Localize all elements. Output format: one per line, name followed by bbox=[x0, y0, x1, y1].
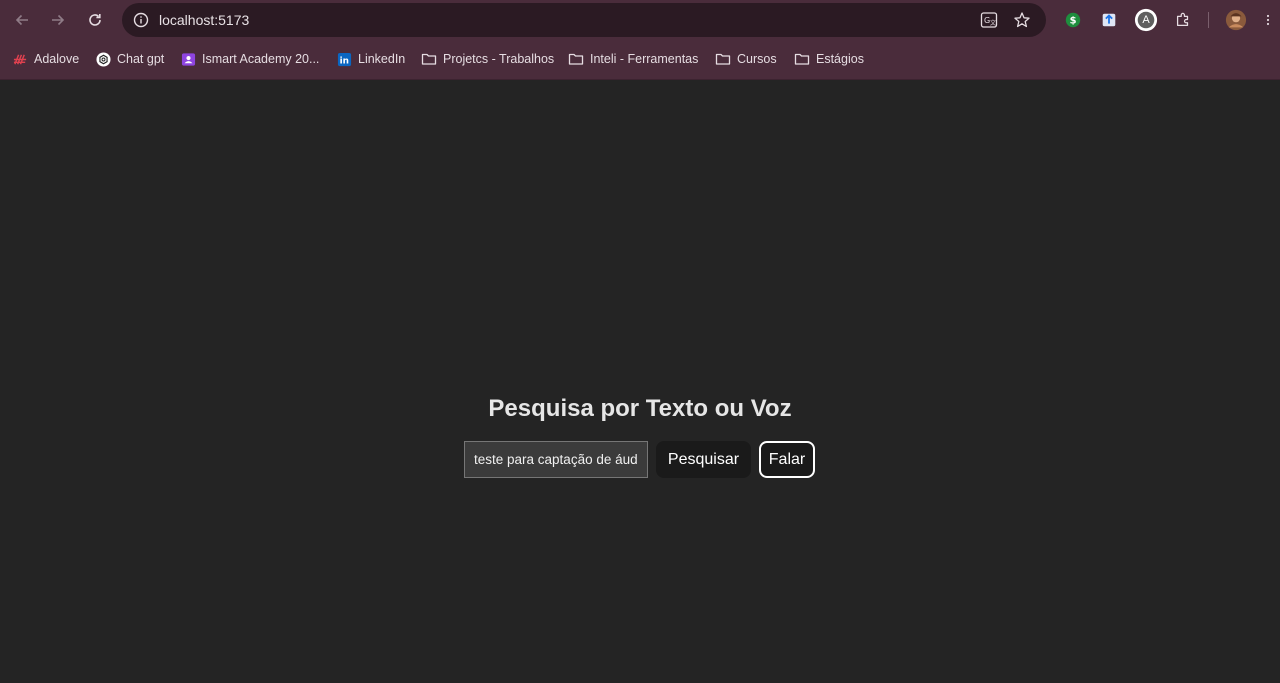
search-button[interactable]: Pesquisar bbox=[656, 441, 751, 478]
user-photo-avatar[interactable] bbox=[1224, 8, 1248, 32]
site-info-icon[interactable] bbox=[132, 11, 150, 29]
page-content: Pesquisa por Texto ou Voz Pesquisar Fala… bbox=[0, 80, 1280, 683]
profile-letter: A bbox=[1142, 14, 1150, 26]
bookmark-adalove[interactable]: Adalove bbox=[12, 48, 79, 70]
chatgpt-logo-icon bbox=[95, 51, 111, 67]
toolbar-divider bbox=[1208, 12, 1209, 28]
back-button[interactable] bbox=[8, 6, 36, 34]
bookmark-ismart-academy[interactable]: Ismart Academy 20... bbox=[180, 48, 319, 70]
bookmark-folder-projetcs[interactable]: Projetcs - Trabalhos bbox=[421, 48, 554, 70]
browser-chrome: localhost:5173 G 文 $ A Adalove Chat gpt … bbox=[0, 0, 1280, 80]
extensions-puzzle-icon[interactable] bbox=[1172, 9, 1194, 31]
speak-button[interactable]: Falar bbox=[759, 441, 815, 478]
url-text[interactable]: localhost:5173 bbox=[159, 12, 249, 28]
browser-menu-icon[interactable] bbox=[1262, 9, 1274, 31]
folder-icon bbox=[715, 51, 731, 67]
back-arrow-icon bbox=[15, 14, 28, 26]
forward-arrow-icon bbox=[52, 14, 65, 26]
extension-upload-icon[interactable] bbox=[1098, 9, 1120, 31]
adalove-logo-icon bbox=[12, 51, 28, 67]
translate-icon[interactable]: G 文 bbox=[980, 11, 998, 29]
reload-button[interactable] bbox=[81, 6, 109, 34]
bookmark-chat-gpt[interactable]: Chat gpt bbox=[95, 48, 164, 70]
address-bar[interactable]: localhost:5173 G 文 bbox=[122, 3, 1046, 37]
extension-money-icon[interactable]: $ bbox=[1062, 9, 1084, 31]
bookmark-linkedin[interactable]: in LinkedIn bbox=[336, 48, 405, 70]
folder-icon bbox=[568, 51, 584, 67]
svg-text:$: $ bbox=[1070, 16, 1077, 27]
linkedin-icon: in bbox=[336, 51, 352, 67]
svg-text:in: in bbox=[339, 56, 348, 66]
profile-avatar-icon[interactable]: A bbox=[1133, 7, 1159, 33]
svg-text:文: 文 bbox=[990, 19, 996, 27]
page-title: Pesquisa por Texto ou Voz bbox=[488, 395, 792, 422]
search-input[interactable] bbox=[464, 441, 648, 478]
bookmarks-bar: Adalove Chat gpt Ismart Academy 20... in… bbox=[0, 40, 1280, 78]
bookmark-folder-cursos[interactable]: Cursos bbox=[715, 48, 777, 70]
folder-icon bbox=[794, 51, 810, 67]
bookmark-folder-inteli[interactable]: Inteli - Ferramentas bbox=[568, 48, 698, 70]
forward-button[interactable] bbox=[44, 6, 72, 34]
bookmark-folder-estagios[interactable]: Estágios bbox=[794, 48, 864, 70]
classroom-icon bbox=[180, 51, 196, 67]
bookmark-star-icon[interactable] bbox=[1013, 11, 1031, 29]
folder-icon bbox=[421, 51, 437, 67]
reload-icon bbox=[89, 14, 101, 26]
browser-toolbar: localhost:5173 G 文 $ A bbox=[0, 0, 1280, 40]
